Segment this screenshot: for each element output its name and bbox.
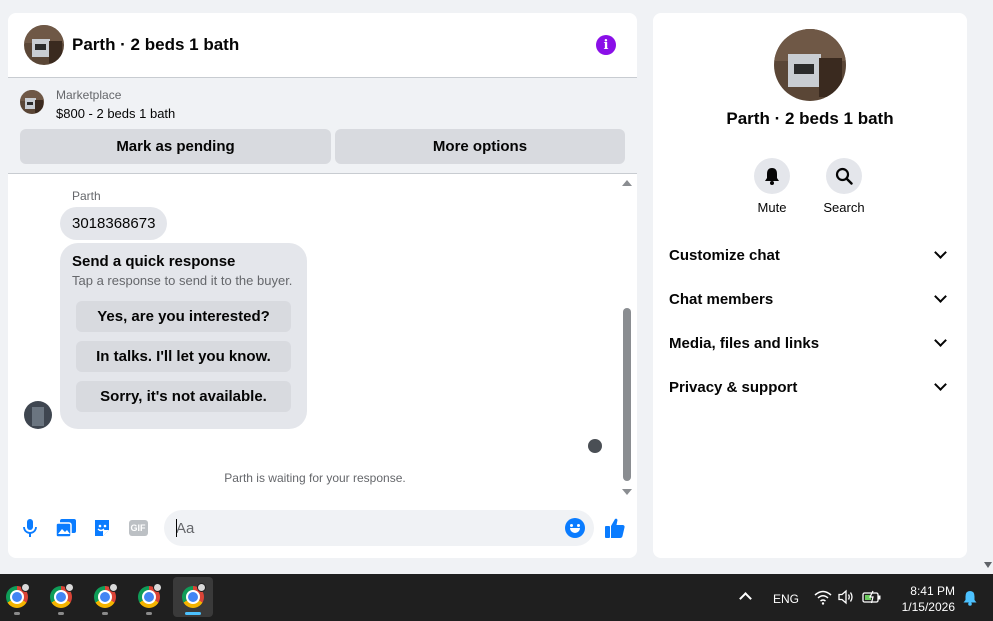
taskbar-chrome-2[interactable]: [41, 577, 81, 617]
wifi-icon[interactable]: [814, 589, 832, 605]
listing-price-title[interactable]: $800 - 2 beds 1 bath: [56, 106, 175, 121]
system-clock[interactable]: 8:41 PM 1/15/2026: [893, 583, 955, 615]
chat-title[interactable]: Parth · 2 beds 1 bath: [72, 35, 239, 55]
mute-button[interactable]: Mute: [742, 158, 802, 215]
message-bubble[interactable]: 3018368673: [60, 207, 168, 240]
quick-response-option[interactable]: Sorry, it's not available.: [76, 381, 291, 412]
chevron-down-icon: [934, 334, 947, 347]
sender-name: Parth: [72, 189, 101, 203]
info-icon[interactable]: i: [596, 35, 616, 55]
battery-icon[interactable]: [862, 589, 881, 605]
bell-icon: [754, 158, 790, 194]
section-label: Customize chat: [669, 246, 780, 264]
emoji-icon[interactable]: [565, 518, 585, 538]
marketplace-bar: Marketplace $800 - 2 beds 1 bath Mark as…: [8, 77, 637, 174]
taskbar-chrome-3[interactable]: [85, 577, 125, 617]
scroll-thumb[interactable]: [623, 308, 631, 481]
message-list: Parth 3018368673 Send a quick response T…: [8, 174, 637, 498]
chat-panel: Parth · 2 beds 1 bath i Marketplace $800…: [8, 13, 637, 558]
composer: GIF: [8, 506, 637, 550]
microphone-icon[interactable]: [20, 518, 40, 538]
input-language[interactable]: ENG: [773, 592, 799, 606]
quick-response-option[interactable]: Yes, are you interested?: [76, 301, 291, 332]
taskbar-chrome-1[interactable]: [0, 577, 37, 617]
conversation-info-panel: Parth · 2 beds 1 bath Mute Search Custom…: [653, 13, 967, 558]
gif-label: GIF: [128, 520, 148, 536]
listing-avatar[interactable]: [24, 25, 64, 65]
waiting-status: Parth is waiting for your response.: [224, 471, 406, 485]
section-label: Chat members: [669, 290, 774, 308]
notification-bell-icon[interactable]: [962, 590, 978, 606]
search-label: Search: [823, 200, 865, 215]
tray-overflow-chevron-icon[interactable]: [739, 592, 752, 605]
quick-response-subtitle: Tap a response to send it to the buyer.: [72, 273, 293, 288]
quick-response-option[interactable]: In talks. I'll let you know.: [76, 341, 291, 372]
scroll-up-arrow-icon[interactable]: [622, 180, 632, 186]
gif-icon[interactable]: GIF: [128, 518, 148, 538]
section-label: Media, files and links: [669, 334, 820, 352]
info-avatar[interactable]: [774, 29, 846, 101]
search-button[interactable]: Search: [814, 158, 874, 215]
info-title: Parth · 2 beds 1 bath: [726, 109, 894, 128]
photo-icon[interactable]: [56, 518, 76, 538]
quick-response-card: Send a quick response Tap a response to …: [60, 243, 307, 429]
sticker-icon[interactable]: [92, 518, 112, 538]
chevron-down-icon: [934, 378, 947, 391]
listing-thumbnail[interactable]: [20, 90, 44, 114]
section-media-files-links[interactable]: Media, files and links: [669, 325, 951, 361]
taskbar-chrome-4[interactable]: [129, 577, 169, 617]
volume-icon[interactable]: [837, 589, 855, 605]
section-customize-chat[interactable]: Customize chat: [669, 237, 951, 273]
chevron-down-icon: [934, 246, 947, 259]
taskbar-chrome-5[interactable]: [173, 577, 213, 617]
seen-receipt-avatar: [588, 439, 602, 453]
marketplace-label: Marketplace: [56, 88, 122, 102]
thumbs-up-icon[interactable]: [604, 517, 626, 539]
search-icon: [826, 158, 862, 194]
message-input[interactable]: [164, 510, 594, 546]
mute-label: Mute: [757, 200, 787, 215]
chat-header: Parth · 2 beds 1 bath i: [8, 13, 637, 77]
text-caret: [176, 519, 177, 537]
taskbar: ENG 8:41 PM 1/15/2026: [0, 574, 993, 621]
clock-date: 1/15/2026: [901, 600, 955, 614]
message-scrollbar[interactable]: [620, 177, 634, 495]
section-label: Privacy & support: [669, 378, 798, 396]
section-chat-members[interactable]: Chat members: [669, 281, 951, 317]
chevron-down-icon: [934, 290, 947, 303]
mark-as-pending-button[interactable]: Mark as pending: [20, 129, 331, 164]
page-scroll-down-arrow-icon[interactable]: [984, 562, 992, 568]
section-privacy-support[interactable]: Privacy & support: [669, 369, 951, 405]
sender-avatar[interactable]: [24, 401, 52, 429]
scroll-down-arrow-icon[interactable]: [622, 489, 632, 495]
quick-response-title: Send a quick response: [72, 253, 236, 270]
more-options-button[interactable]: More options: [335, 129, 625, 164]
clock-time: 8:41 PM: [910, 584, 955, 598]
